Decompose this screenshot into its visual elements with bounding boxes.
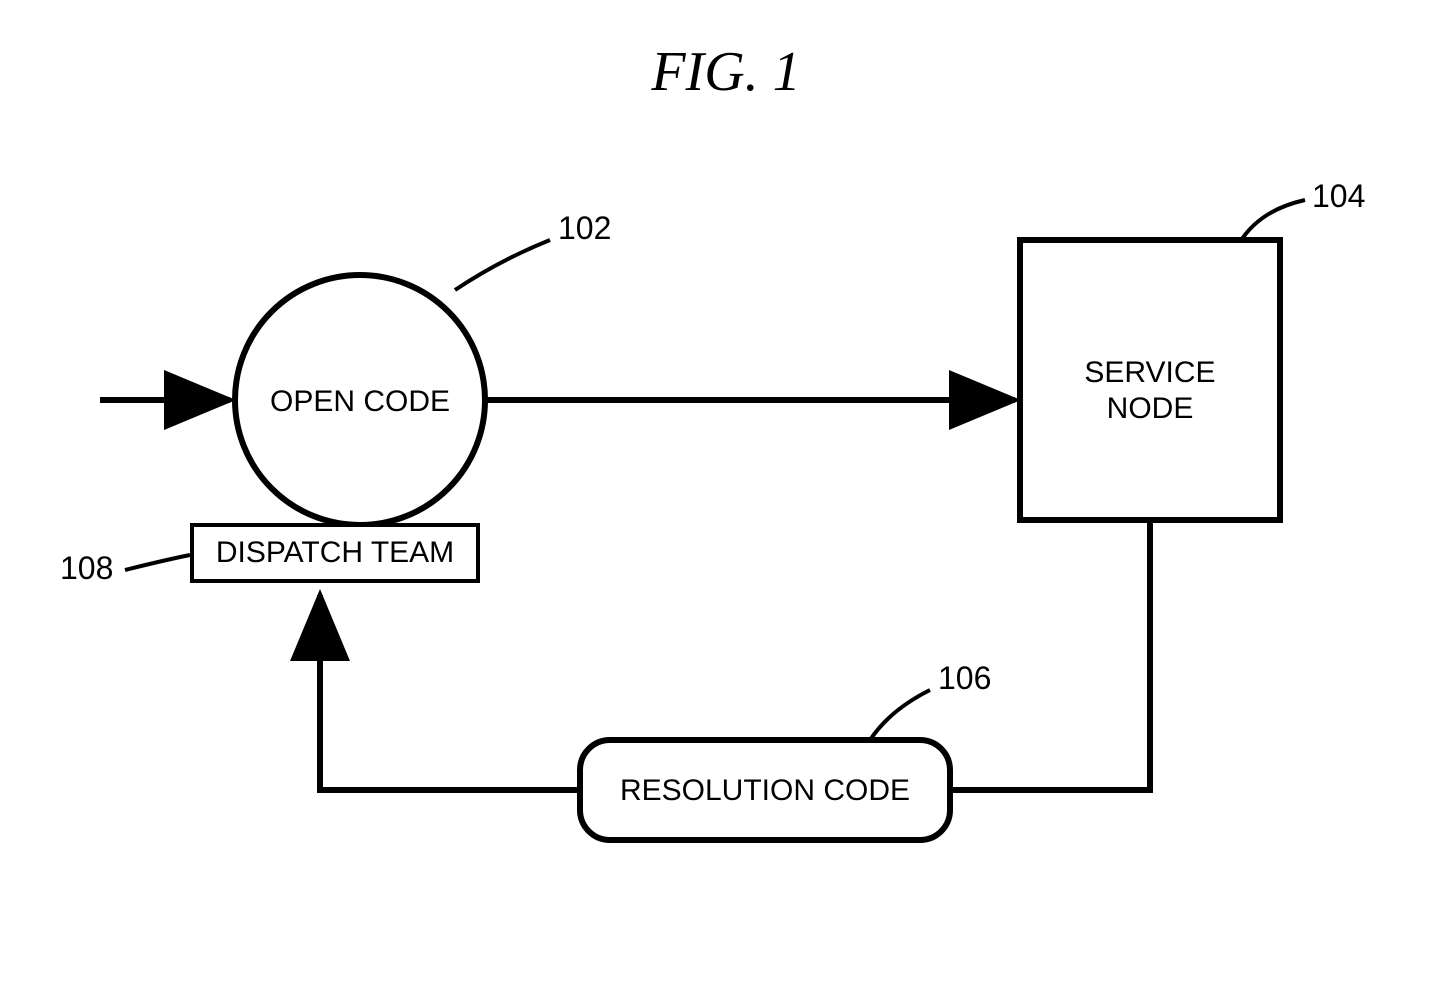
service-node-label: SERVICE NODE — [1060, 355, 1240, 427]
arrow-resolution-to-dispatch — [320, 595, 580, 790]
diagram-canvas — [0, 0, 1452, 985]
open-code-label: OPEN CODE — [260, 384, 460, 420]
ref-106: 106 — [938, 660, 991, 697]
service-node-line2: NODE — [1107, 392, 1194, 425]
ref-104: 104 — [1312, 178, 1365, 215]
ref-leader-108 — [125, 555, 190, 570]
arrow-service-to-resolution — [950, 520, 1150, 790]
ref-leader-104 — [1240, 200, 1305, 242]
ref-108: 108 — [60, 550, 113, 587]
ref-leader-102 — [455, 240, 550, 290]
ref-leader-106 — [870, 690, 930, 740]
dispatch-team-node: DISPATCH TEAM — [190, 523, 480, 583]
dispatch-team-label: DISPATCH TEAM — [216, 536, 454, 570]
ref-102: 102 — [558, 210, 611, 247]
resolution-code-label: RESOLUTION CODE — [595, 773, 935, 809]
service-node-line1: SERVICE — [1084, 356, 1215, 389]
